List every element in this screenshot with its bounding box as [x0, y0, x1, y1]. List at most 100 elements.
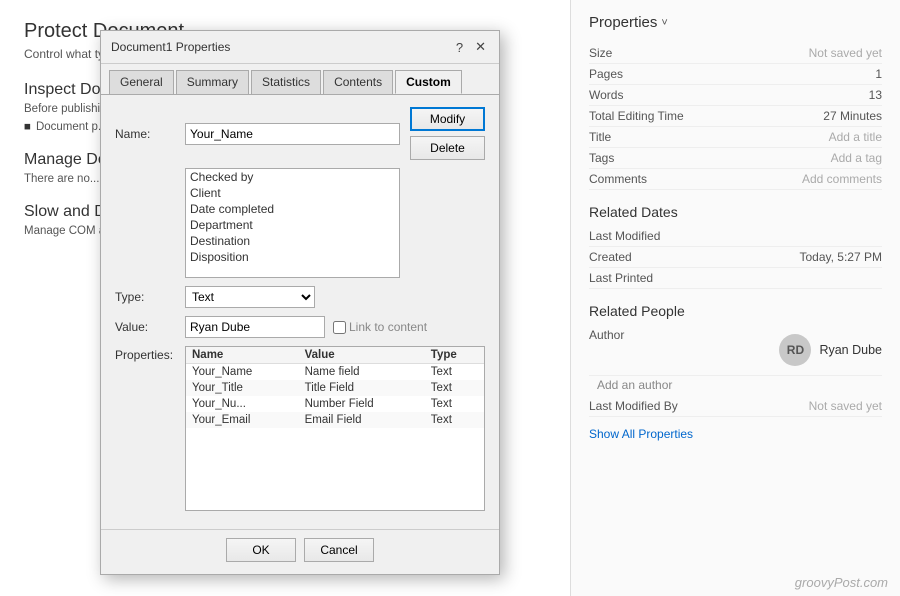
properties-panel-title: Properties: [589, 14, 657, 31]
show-all-properties-link[interactable]: Show All Properties: [589, 427, 882, 441]
document-properties-dialog: Document1 Properties ? ✕ General Summary…: [100, 30, 500, 575]
prop-last-printed-key: Last Printed: [589, 271, 699, 285]
list-item[interactable]: Department: [186, 217, 399, 233]
row-type: Text: [425, 380, 484, 396]
ok-button[interactable]: OK: [226, 538, 296, 562]
list-item[interactable]: Checked by: [186, 169, 399, 185]
author-name: Ryan Dube: [819, 343, 882, 357]
properties-list: Size Not saved yet Pages 1 Words 13 Tota…: [589, 43, 882, 190]
properties-table: Name Value Type Your_Name Name field Tex…: [186, 347, 484, 428]
author-row-label: Author RD Ryan Dube: [589, 325, 882, 376]
manage-item-text: There are no...: [24, 173, 99, 185]
type-label: Type:: [115, 290, 185, 304]
dialog-title: Document1 Properties: [111, 40, 230, 54]
list-item[interactable]: Destination: [186, 233, 399, 249]
cancel-button[interactable]: Cancel: [304, 538, 374, 562]
prop-size-key: Size: [589, 46, 699, 60]
dialog-controls: ? ✕: [453, 39, 489, 55]
last-modified-by-val: Not saved yet: [699, 399, 882, 413]
row-name: Your_Title: [186, 380, 299, 396]
prop-created: Created Today, 5:27 PM: [589, 247, 882, 268]
prop-words-val: 13: [699, 88, 882, 102]
delete-button[interactable]: Delete: [410, 136, 485, 160]
chevron-down-icon: ˅: [661, 17, 667, 29]
type-select[interactable]: Text Date Number Yes or no: [185, 286, 315, 308]
col-name-header: Name: [186, 347, 299, 364]
properties-label: Properties:: [115, 346, 185, 362]
link-checkbox[interactable]: [333, 321, 346, 334]
dialog-help-button[interactable]: ?: [453, 40, 466, 55]
prop-tags: Tags Add a tag: [589, 148, 882, 169]
list-item[interactable]: Date completed: [186, 201, 399, 217]
dialog-body: Name: Modify Delete Checked by Client Da…: [101, 95, 499, 529]
prop-size: Size Not saved yet: [589, 43, 882, 64]
bullet-icon: ■: [24, 121, 31, 133]
dialog-close-button[interactable]: ✕: [472, 39, 489, 55]
table-row[interactable]: Your_Name Name field Text: [186, 364, 484, 381]
table-row[interactable]: Your_Email Email Field Text: [186, 412, 484, 428]
prop-tags-val: Add a tag: [699, 151, 882, 165]
add-author[interactable]: Add an author: [597, 378, 882, 392]
value-row: Value: Link to content: [115, 316, 485, 338]
type-row: Type: Text Date Number Yes or no: [115, 286, 485, 308]
prop-size-val: Not saved yet: [699, 46, 882, 60]
prop-last-modified: Last Modified: [589, 226, 882, 247]
related-dates-heading: Related Dates: [589, 204, 882, 220]
last-modified-by-label: Last Modified By: [589, 399, 699, 413]
value-label: Value:: [115, 320, 185, 334]
row-type: Text: [425, 412, 484, 428]
prop-last-modified-key: Last Modified: [589, 229, 699, 243]
tabs-bar: General Summary Statistics Contents Cust…: [101, 64, 499, 95]
prop-pages-val: 1: [699, 67, 882, 81]
prop-editing-time: Total Editing Time 27 Minutes: [589, 106, 882, 127]
properties-panel-header: Properties ˅: [589, 14, 882, 31]
tab-general[interactable]: General: [109, 70, 174, 94]
tab-custom[interactable]: Custom: [395, 70, 462, 94]
name-row: Name: Modify Delete: [115, 107, 485, 160]
prop-editing-time-val: 27 Minutes: [699, 109, 882, 123]
value-input[interactable]: [185, 316, 325, 338]
tab-statistics[interactable]: Statistics: [251, 70, 321, 94]
name-input[interactable]: [185, 123, 400, 145]
prop-created-key: Created: [589, 250, 699, 264]
prop-words: Words 13: [589, 85, 882, 106]
last-modified-by-row: Last Modified By Not saved yet: [589, 396, 882, 417]
row-name: Your_Nu...: [186, 396, 299, 412]
prop-editing-time-key: Total Editing Time: [589, 109, 699, 123]
row-value: Name field: [299, 364, 425, 381]
dialog-titlebar: Document1 Properties ? ✕: [101, 31, 499, 64]
tab-contents[interactable]: Contents: [323, 70, 393, 94]
prop-pages: Pages 1: [589, 64, 882, 85]
inspect-item-text: Document p...: [36, 121, 108, 133]
dialog-footer: OK Cancel: [101, 529, 499, 574]
action-buttons: Modify Delete: [410, 107, 485, 160]
prop-last-modified-val: [699, 229, 882, 243]
prop-comments: Comments Add comments: [589, 169, 882, 190]
table-row[interactable]: Your_Title Title Field Text: [186, 380, 484, 396]
tab-summary[interactable]: Summary: [176, 70, 249, 94]
row-name: Your_Email: [186, 412, 299, 428]
author-label: Author: [589, 328, 699, 372]
author-info: RD Ryan Dube: [779, 334, 882, 366]
col-type-header: Type: [425, 347, 484, 364]
prop-comments-val: Add comments: [699, 172, 882, 186]
list-item[interactable]: Client: [186, 185, 399, 201]
row-type: Text: [425, 396, 484, 412]
name-list-row: Checked by Client Date completed Departm…: [115, 168, 485, 278]
left-panel: Protect Document Control what types of c…: [0, 0, 570, 596]
name-list[interactable]: Checked by Client Date completed Departm…: [185, 168, 400, 278]
prop-last-printed-val: [699, 271, 882, 285]
row-value: Number Field: [299, 396, 425, 412]
table-row[interactable]: Your_Nu... Number Field Text: [186, 396, 484, 412]
modify-button[interactable]: Modify: [410, 107, 485, 131]
prop-pages-key: Pages: [589, 67, 699, 81]
right-panel: Properties ˅ Size Not saved yet Pages 1 …: [570, 0, 900, 596]
list-item[interactable]: Disposition: [186, 249, 399, 265]
row-value: Email Field: [299, 412, 425, 428]
prop-title: Title Add a title: [589, 127, 882, 148]
prop-title-val: Add a title: [699, 130, 882, 144]
related-people-heading: Related People: [589, 303, 882, 319]
col-value-header: Value: [299, 347, 425, 364]
prop-created-val: Today, 5:27 PM: [699, 250, 882, 264]
prop-title-key: Title: [589, 130, 699, 144]
